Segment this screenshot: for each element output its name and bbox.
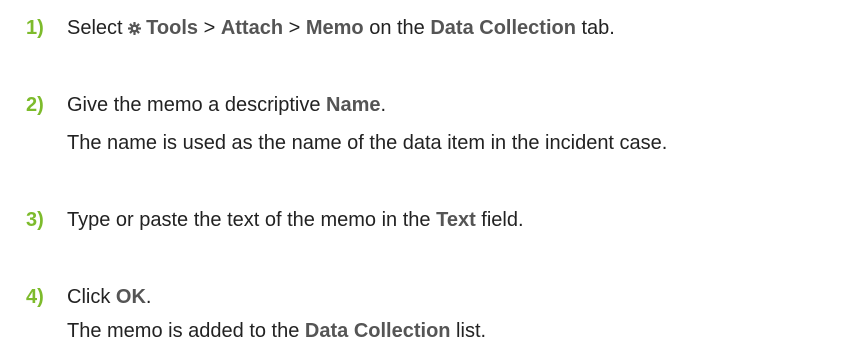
step-explanation: The name is used as the name of the data… — [67, 132, 668, 154]
ok-button-term: OK — [115, 286, 146, 308]
step-text-part: field. — [475, 209, 524, 231]
step-text-part: Type or paste the text of the memo in th… — [67, 209, 437, 231]
data-collection-list-term: Data Collection — [304, 320, 451, 342]
step-text: Select Tools > Attach > Memo on the Data… — [67, 12, 615, 44]
step-text-part: . — [145, 286, 152, 308]
attach-menu-term: Attach — [220, 17, 284, 39]
gear-icon — [128, 22, 142, 35]
menu-separator: > — [283, 17, 306, 39]
step-text-part: list. — [450, 320, 487, 342]
data-collection-tab-term: Data Collection — [430, 17, 576, 39]
step-text-part: tab. — [575, 17, 615, 39]
menu-separator: > — [198, 17, 221, 39]
step-text-part: Give the memo a descriptive — [67, 94, 326, 116]
tools-menu-term: Tools — [128, 17, 198, 39]
step-text: Type or paste the text of the memo in th… — [67, 204, 524, 236]
name-field-term: Name — [326, 94, 381, 116]
step-text-part: . — [380, 94, 387, 116]
step-text-part: Click — [67, 286, 116, 308]
tools-label: Tools — [146, 17, 199, 39]
memo-menu-term: Memo — [305, 17, 364, 39]
text-field-term: Text — [436, 209, 476, 231]
step-text-part: The memo is added to the — [67, 320, 305, 342]
step-number: 3) — [26, 209, 44, 231]
step-number: 1) — [26, 17, 44, 39]
step-text-part: on the — [363, 17, 431, 39]
step-explanation: The memo is added to the Data Collection… — [67, 315, 486, 347]
step-text-part: Select — [67, 17, 129, 39]
step-number: 2) — [26, 94, 44, 116]
step-text: Give the memo a descriptive Name. — [67, 89, 386, 121]
step-text: Click OK. — [67, 281, 151, 313]
step-number: 4) — [26, 286, 44, 308]
